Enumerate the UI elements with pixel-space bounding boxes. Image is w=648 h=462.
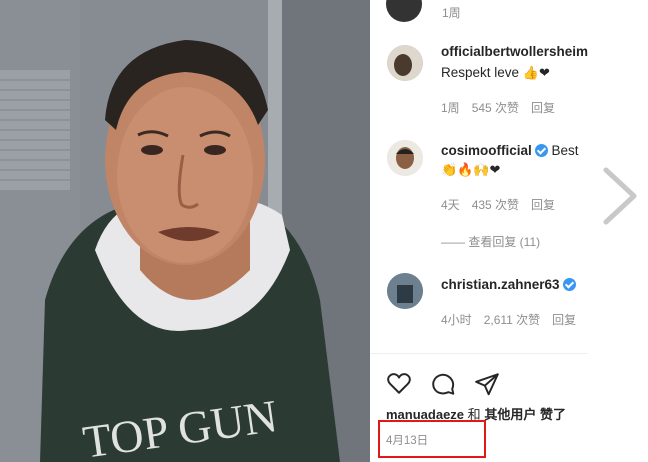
comment-username[interactable]: cosimoofficial Best bbox=[441, 143, 579, 158]
next-post-button[interactable] bbox=[600, 166, 640, 226]
comment-emoji: 👍❤ bbox=[522, 65, 550, 80]
comment-time: 1周 bbox=[442, 6, 461, 20]
comment-body: Best bbox=[551, 143, 579, 158]
comment-time: 4小时 bbox=[441, 313, 472, 327]
share-icon[interactable] bbox=[474, 371, 500, 397]
verified-badge-icon bbox=[562, 278, 576, 291]
comment-time: 4天 bbox=[441, 198, 460, 212]
comment-meta: 4天 435 次赞 回复 bbox=[441, 196, 567, 213]
view-replies-button[interactable]: —— 查看回复 (11) bbox=[441, 233, 540, 250]
comment-likes[interactable]: 2,611 次赞 bbox=[484, 313, 540, 327]
highlight-box bbox=[378, 420, 486, 458]
comment-username-text[interactable]: cosimoofficial bbox=[441, 143, 532, 158]
comment-icon[interactable] bbox=[430, 371, 456, 397]
avatar-image bbox=[387, 45, 423, 81]
comment-emoji: 👏🔥🙌❤ bbox=[441, 162, 501, 177]
liked-by-suffix: 赞了 bbox=[539, 407, 566, 422]
reply-button[interactable]: 回复 bbox=[552, 313, 576, 327]
avatar[interactable] bbox=[386, 0, 422, 22]
avatar-image bbox=[387, 273, 423, 309]
comment-text: 👏🔥🙌❤ bbox=[441, 162, 500, 178]
divider bbox=[370, 353, 588, 354]
comment-body: Respekt leve bbox=[441, 65, 520, 80]
comment-likes[interactable]: 435 次赞 bbox=[472, 198, 519, 212]
comment-username-text[interactable]: christian.zahner63 bbox=[441, 277, 560, 292]
verified-badge-icon bbox=[534, 144, 548, 157]
comment-username[interactable]: christian.zahner63 bbox=[441, 277, 576, 292]
comment-meta: 1周 545 次赞 回复 bbox=[441, 99, 567, 116]
comment-text: Respekt leve 👍❤ bbox=[441, 65, 550, 81]
avatar-officialbertwollersheim[interactable] bbox=[387, 45, 423, 81]
heart-icon[interactable] bbox=[386, 370, 412, 396]
video-still: TOP GUN bbox=[0, 0, 370, 462]
liked-by-others[interactable]: 其他用户 bbox=[484, 407, 536, 422]
comment-username[interactable]: officialbertwollersheim bbox=[441, 44, 588, 59]
comment-meta: 4小时 2,611 次赞 回复 bbox=[441, 311, 588, 328]
comment-likes[interactable]: 545 次赞 bbox=[472, 101, 519, 115]
top-comment-meta: 1周 bbox=[442, 4, 473, 21]
comments-panel: 1周 officialbertwollersheim Respekt leve … bbox=[370, 0, 588, 462]
reply-button[interactable]: 回复 bbox=[531, 101, 555, 115]
avatar-christian-zahner63[interactable] bbox=[387, 273, 423, 309]
avatar-image bbox=[387, 140, 423, 176]
comment-time: 1周 bbox=[441, 101, 460, 115]
avatar-cosimoofficial[interactable] bbox=[387, 140, 423, 176]
chevron-right-icon bbox=[603, 167, 637, 225]
video-frame[interactable]: TOP GUN bbox=[0, 0, 370, 462]
reply-button[interactable]: 回复 bbox=[531, 198, 555, 212]
